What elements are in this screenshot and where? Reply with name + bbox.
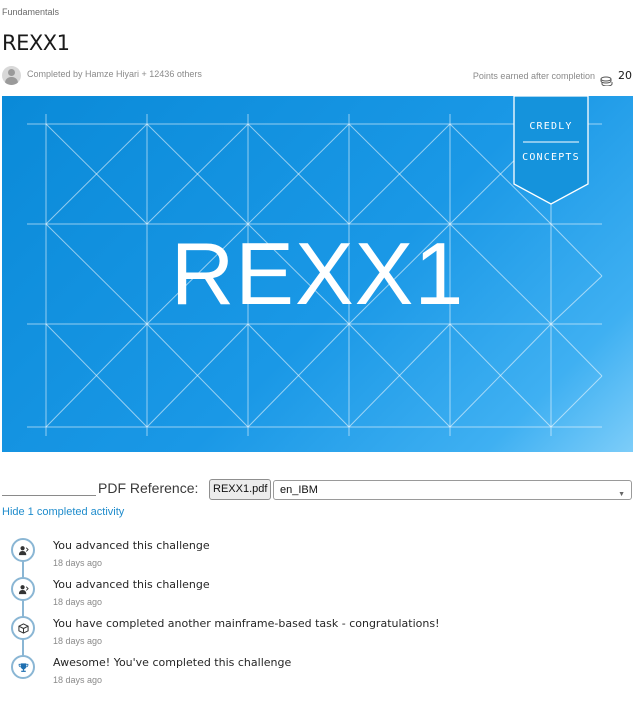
activity-item: You have completed another mainframe-bas… (0, 612, 634, 648)
pdf-file-button[interactable]: REXX1.pdf (209, 479, 272, 500)
page-title: REXX1 (2, 31, 70, 55)
language-select[interactable]: en_IBM ▼ (273, 480, 632, 500)
breadcrumb[interactable]: Fundamentals (2, 7, 59, 17)
challenge-banner: REXX1 CREDLY CONCEPTS (2, 96, 633, 452)
activity-text: You have completed another mainframe-bas… (53, 617, 440, 630)
activity-time: 18 days ago (53, 636, 103, 646)
activity-text: You advanced this challenge (53, 578, 210, 591)
activity-text: You advanced this challenge (53, 539, 210, 552)
points-label: Points earned after completion (472, 70, 595, 81)
pdf-reference-label: PDF Reference: (98, 480, 199, 496)
credly-ribbon-badge (513, 96, 589, 205)
chevron-down-icon: ▼ (618, 491, 625, 498)
completed-by-text[interactable]: Completed by Hamze Hiyari + 12436 others (27, 69, 202, 79)
user-advance-icon (11, 577, 35, 601)
points-info: Points earned after completion 20 (472, 69, 632, 86)
language-select-value: en_IBM (280, 484, 318, 496)
activity-text: Awesome! You've completed this challenge (53, 656, 292, 669)
activity-item: You advanced this challenge 18 days ago (0, 573, 634, 609)
badge-line-credly: CREDLY (529, 121, 573, 132)
pdf-reference-row: PDF Reference: REXX1.pdf en_IBM ▼ (2, 479, 632, 501)
user-advance-icon (11, 538, 35, 562)
activity-time: 18 days ago (53, 675, 103, 685)
meta-row: Completed by Hamze Hiyari + 12436 others… (2, 66, 632, 86)
activity-item: Awesome! You've completed this challenge… (0, 651, 634, 687)
banner-title: REXX1 (170, 224, 465, 323)
hide-completed-activity-link[interactable]: Hide 1 completed activity (2, 506, 124, 518)
avatar[interactable] (2, 66, 21, 85)
badge-line-concepts: CONCEPTS (522, 152, 580, 163)
pdf-underline-divider (2, 495, 96, 496)
cube-icon (11, 616, 35, 640)
trophy-icon (11, 655, 35, 679)
activity-time: 18 days ago (53, 597, 103, 607)
activity-item: You advanced this challenge 18 days ago (0, 534, 634, 570)
points-value: 20 (618, 69, 632, 82)
coins-icon (600, 71, 613, 86)
activity-time: 18 days ago (53, 558, 103, 568)
